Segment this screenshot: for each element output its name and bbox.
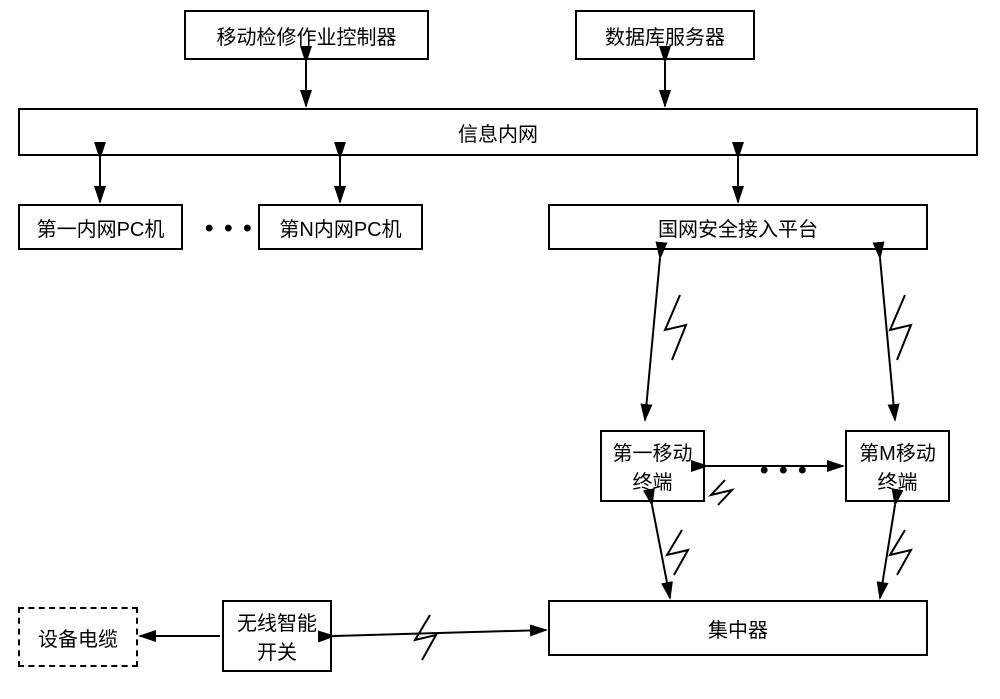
node-pcN: 第N内网PC机 [258,204,423,250]
label: 信息内网 [458,118,538,147]
node-pc1: 第一内网PC机 [18,204,183,250]
node-info-intranet: 信息内网 [18,108,978,156]
label: 第一内网PC机 [37,213,165,242]
node-equipment-cable: 设备电缆 [18,607,138,667]
ellipsis-pc: • • • [205,215,254,243]
label: 无线智能开关 [228,607,326,665]
node-mobile-controller: 移动检修作业控制器 [184,10,429,60]
node-concentrator: 集中器 [548,600,928,656]
label: 移动检修作业控制器 [217,21,397,50]
label: 设备电缆 [38,623,118,652]
node-mobile-terminal-m: 第M移动终端 [845,430,950,502]
label: 第一移动终端 [606,437,699,495]
label: 集中器 [708,614,768,643]
label: 第M移动终端 [851,437,944,495]
node-db-server: 数据库服务器 [575,10,755,60]
node-mobile-terminal-1: 第一移动终端 [600,430,705,502]
ellipsis-terminal: • • • [760,457,809,485]
label: 数据库服务器 [605,21,725,50]
node-security-platform: 国网安全接入平台 [548,204,928,250]
connectors [0,0,1000,699]
label: 第N内网PC机 [279,213,401,242]
node-wireless-switch: 无线智能开关 [222,600,332,672]
label: 国网安全接入平台 [658,213,818,242]
